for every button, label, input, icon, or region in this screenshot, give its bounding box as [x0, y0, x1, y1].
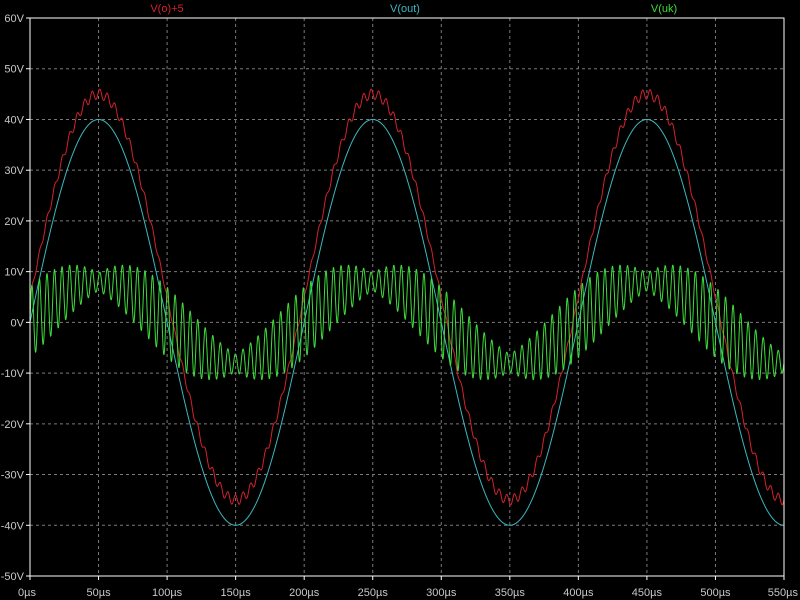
- y-tick-label: -10V: [1, 368, 25, 380]
- x-tick-label: 450µs: [632, 587, 663, 599]
- y-tick-label: 40V: [4, 114, 24, 126]
- legend-entry: V(o)+5: [150, 3, 183, 15]
- x-tick-label: 400µs: [563, 587, 594, 599]
- x-tick-label: 150µs: [221, 587, 252, 599]
- y-tick-label: -40V: [1, 520, 25, 532]
- waveform-plot: 0µs 50µs 100µs 150µs 200µs 250µs 300µs 350µs 400…: [0, 0, 800, 600]
- y-tick-label: -20V: [1, 419, 25, 431]
- x-tick-label: 300µs: [426, 587, 457, 599]
- legend-entry: V(out): [390, 3, 420, 15]
- x-tick-label: 550µs: [768, 587, 799, 599]
- y-tick-label: 60V: [4, 13, 24, 25]
- y-tick-label: 10V: [4, 267, 24, 279]
- y-tick-label: -50V: [1, 571, 25, 583]
- y-tick-label: 0V: [11, 317, 25, 329]
- legend-entry: V(uk): [651, 3, 677, 15]
- y-tick-label: 30V: [4, 165, 24, 177]
- x-tick-label: 50µs: [87, 587, 112, 599]
- x-tick-label: 350µs: [495, 587, 526, 599]
- y-tick-label: 20V: [4, 216, 24, 228]
- y-tick-label: 50V: [4, 64, 24, 76]
- x-tick-label: 0µs: [18, 587, 36, 599]
- x-tick-label: 500µs: [700, 587, 731, 599]
- y-tick-label: -30V: [1, 470, 25, 482]
- x-tick-label: 200µs: [289, 587, 320, 599]
- x-tick-label: 100µs: [152, 587, 183, 599]
- x-tick-label: 250µs: [358, 587, 389, 599]
